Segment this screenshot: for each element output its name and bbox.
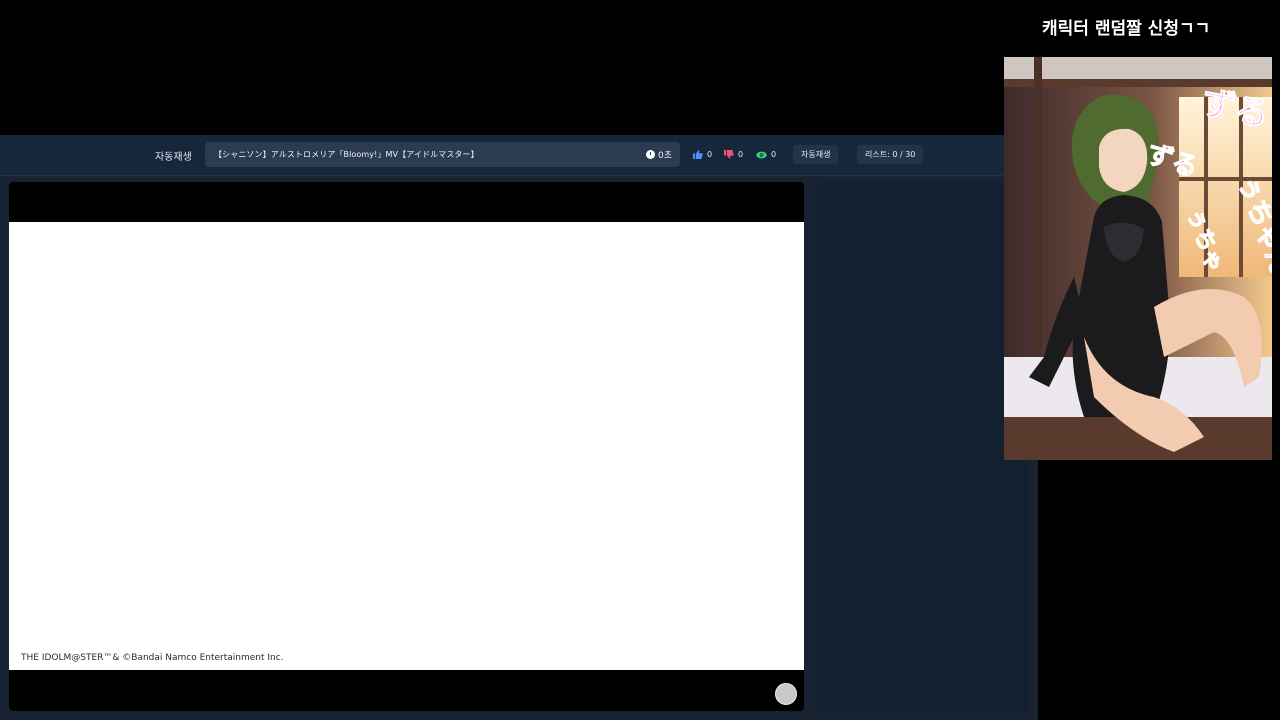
like-button[interactable]: 0 [693, 150, 712, 159]
video-player[interactable]: THE IDOLM@STER™& ©Bandai Namco Entertain… [9, 182, 804, 711]
character-illustration: ずる ずる ぅちゃん ぅちゃ [1004, 57, 1272, 460]
view-count: 0 [771, 150, 777, 159]
music-request-app: 자동재생 【シャニソン】アルストロメリア「Bloomy!」MV【アイドルマスター… [0, 135, 1038, 720]
playlist-count-button[interactable]: 리스트: 0 / 30 [857, 145, 924, 164]
playlist-panel [815, 182, 1029, 711]
video-copyright-text: THE IDOLM@STER™& ©Bandai Namco Entertain… [21, 653, 284, 663]
view-counter: 0 [756, 150, 776, 159]
elapsed-time: 0초 [645, 148, 672, 161]
elapsed-time-value: 0초 [657, 151, 672, 161]
clock-icon [645, 150, 655, 159]
like-count: 0 [707, 150, 713, 159]
now-playing-title: 【シャニソン】アルストロメリア「Bloomy!」MV【アイドルマスター】 [214, 150, 479, 159]
dislike-count: 0 [738, 150, 744, 159]
player-toolbar: 자동재생 【シャニソン】アルストロメリア「Bloomy!」MV【アイドルマスター… [0, 135, 1004, 176]
now-playing-box[interactable]: 【シャニソン】アルストロメリア「Bloomy!」MV【アイドルマスター】 0초 [205, 142, 680, 167]
autoplay-toggle-button[interactable]: 자동재생 [793, 145, 839, 164]
thumbs-up-icon [693, 150, 703, 159]
video-frame: THE IDOLM@STER™& ©Bandai Namco Entertain… [9, 222, 804, 670]
channel-logo-icon [775, 683, 797, 705]
autoplay-label: 자동재생 [155, 152, 192, 163]
dislike-button[interactable]: 0 [724, 150, 743, 159]
stream-overlay-title: 캐릭터 랜덤짤 신청ㄱㄱ [1042, 19, 1211, 39]
thumbs-down-icon [724, 150, 734, 159]
character-artwork: ずる ずる ぅちゃん ぅちゃ [1004, 57, 1272, 460]
eye-icon [756, 151, 767, 158]
